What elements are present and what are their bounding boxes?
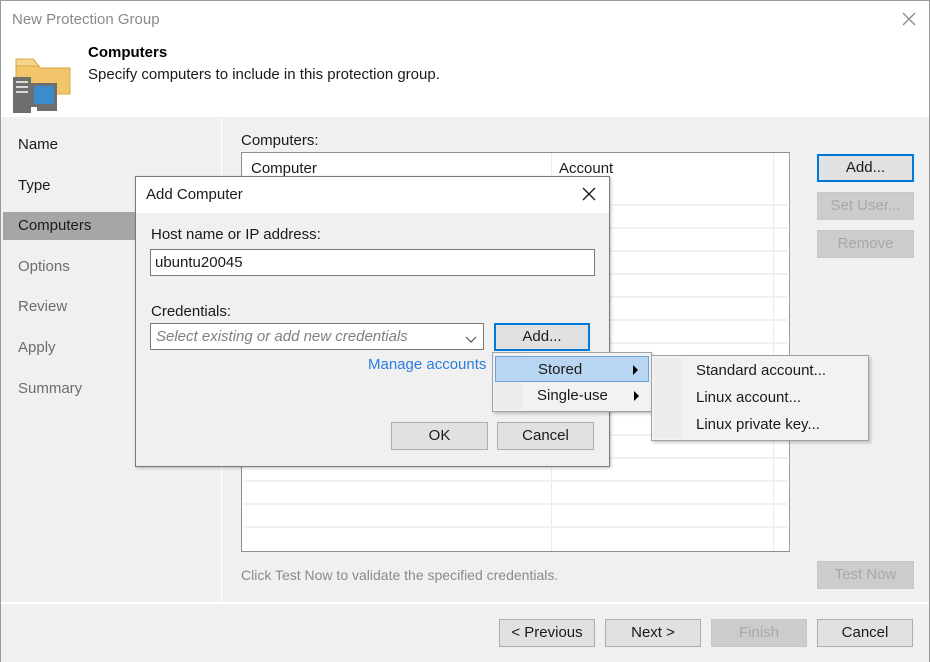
host-name-input[interactable] bbox=[150, 249, 595, 276]
add-computer-button[interactable]: Add... bbox=[817, 154, 914, 182]
menu-item-linux-account[interactable]: Linux account... bbox=[654, 385, 866, 411]
wizard-footer: < Previous Next > Finish Cancel bbox=[1, 602, 929, 662]
row-divider bbox=[244, 526, 787, 528]
dialog-title-bar: Add Computer bbox=[136, 177, 609, 213]
dialog-cancel-button[interactable]: Cancel bbox=[497, 422, 594, 450]
manage-accounts-link[interactable]: Manage accounts bbox=[368, 356, 486, 373]
next-button[interactable]: Next > bbox=[605, 619, 701, 647]
test-hint-text: Click Test Now to validate the specified… bbox=[241, 567, 559, 583]
ok-button[interactable]: OK bbox=[391, 422, 488, 450]
column-header-computer[interactable]: Computer bbox=[251, 160, 317, 177]
host-label: Host name or IP address: bbox=[151, 226, 321, 243]
menu-item-standard-account[interactable]: Standard account... bbox=[654, 358, 866, 384]
submenu-arrow-icon bbox=[633, 365, 638, 375]
column-header-account[interactable]: Account bbox=[559, 160, 613, 177]
finish-button[interactable]: Finish bbox=[711, 619, 807, 647]
menu-item-stored[interactable]: Stored bbox=[495, 356, 649, 382]
add-credentials-button[interactable]: Add... bbox=[494, 323, 590, 351]
remove-button[interactable]: Remove bbox=[817, 230, 914, 258]
sidebar-item-name[interactable]: Name bbox=[3, 131, 222, 159]
dialog-title: Add Computer bbox=[146, 186, 243, 203]
close-icon[interactable] bbox=[899, 9, 919, 29]
row-divider bbox=[244, 503, 787, 505]
chevron-down-icon[interactable] bbox=[465, 332, 477, 343]
stored-credentials-submenu: Standard account... Linux account... Lin… bbox=[651, 355, 869, 441]
wizard-header: Computers Specify computers to include i… bbox=[1, 39, 929, 117]
add-computer-dialog: Add Computer Host name or IP address: Cr… bbox=[135, 176, 610, 467]
row-divider bbox=[244, 480, 787, 482]
menu-item-label: Standard account... bbox=[696, 362, 827, 379]
computers-folder-icon bbox=[13, 47, 71, 113]
cancel-button[interactable]: Cancel bbox=[817, 619, 913, 647]
submenu-arrow-icon bbox=[634, 391, 639, 401]
page-subtitle: Specify computers to include in this pro… bbox=[88, 66, 440, 83]
menu-item-single-use[interactable]: Single-use bbox=[495, 383, 649, 409]
previous-button[interactable]: < Previous bbox=[499, 619, 595, 647]
page-title: Computers bbox=[88, 44, 168, 61]
set-user-button[interactable]: Set User... bbox=[817, 192, 914, 220]
credentials-label: Credentials: bbox=[151, 303, 232, 320]
menu-item-label: Single-use bbox=[537, 387, 608, 404]
computers-label: Computers: bbox=[241, 132, 319, 149]
menu-item-label: Linux account... bbox=[696, 389, 802, 406]
column-divider bbox=[773, 153, 774, 551]
menu-item-label: Linux private key... bbox=[696, 416, 820, 433]
menu-item-linux-private-key[interactable]: Linux private key... bbox=[654, 412, 866, 438]
close-icon[interactable] bbox=[579, 184, 599, 204]
menu-item-label: Stored bbox=[538, 361, 583, 378]
credentials-dropdown[interactable]: Select existing or add new credentials bbox=[150, 323, 484, 350]
credentials-placeholder: Select existing or add new credentials bbox=[156, 328, 408, 345]
test-now-button[interactable]: Test Now bbox=[817, 561, 914, 589]
title-bar: New Protection Group bbox=[1, 1, 929, 39]
window-title: New Protection Group bbox=[12, 11, 160, 28]
add-credentials-menu: Stored Single-use bbox=[492, 352, 652, 412]
